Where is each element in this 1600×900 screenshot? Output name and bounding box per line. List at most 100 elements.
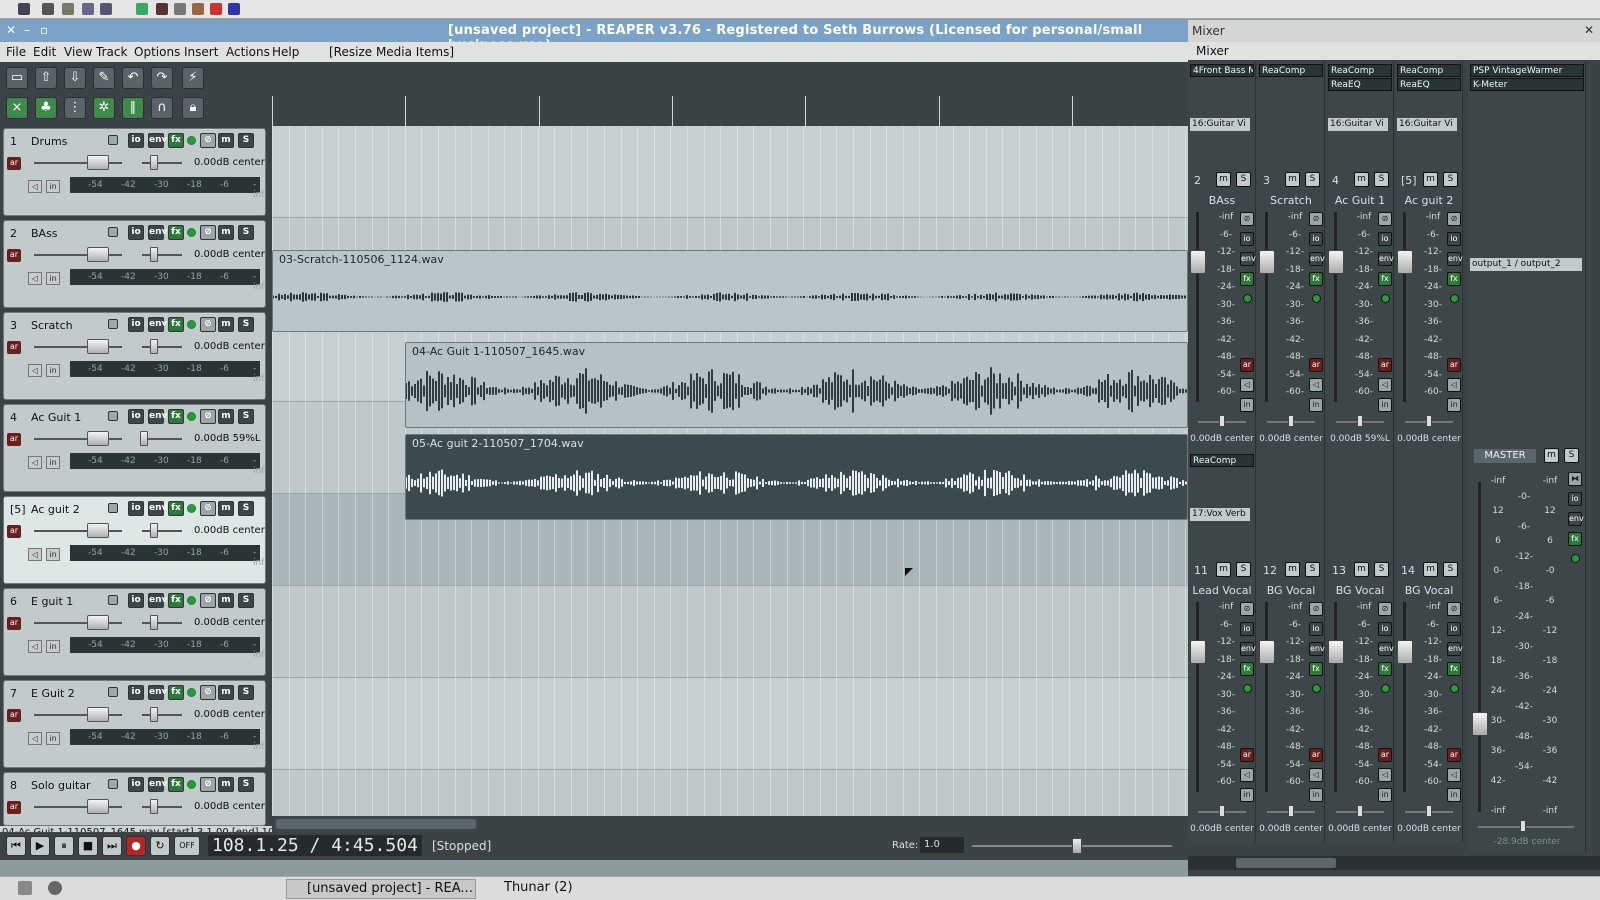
track-name[interactable]: E Guit 2: [31, 687, 111, 700]
track-name[interactable]: E guit 1: [31, 595, 111, 608]
phase-icon[interactable]: ⊘: [1447, 602, 1461, 616]
volume-knob[interactable]: [87, 339, 109, 354]
pan-knob[interactable]: [1288, 415, 1294, 427]
solo-button[interactable]: S: [1374, 172, 1389, 187]
record-monitor-icon[interactable]: ◁: [28, 640, 42, 653]
locking-icon[interactable]: ∥: [122, 97, 144, 119]
menu-track[interactable]: Track: [96, 45, 127, 59]
menu-options[interactable]: Options: [134, 45, 180, 59]
fx-button[interactable]: fx: [1447, 662, 1461, 676]
master-fader-track[interactable]: [1478, 482, 1481, 812]
taskbar-reaper[interactable]: [unsaved project] - REA...: [286, 879, 476, 899]
snap-icon[interactable]: ✲: [93, 97, 115, 119]
mixer-strip[interactable]: ReaComp 17:Vox Verb 11 m S Lead Vocal -inf…: [1188, 452, 1256, 842]
pan-slider[interactable]: [142, 622, 182, 624]
io-button[interactable]: io: [1240, 622, 1254, 636]
metronome-icon[interactable]: ⚡: [182, 67, 204, 89]
track-lane[interactable]: [272, 126, 1188, 218]
io-button[interactable]: io: [128, 777, 144, 792]
pan-slider[interactable]: [142, 714, 182, 716]
mixer-scrollbar-thumb[interactable]: [1236, 858, 1336, 868]
volume-knob[interactable]: [87, 799, 109, 814]
mixer-close-icon[interactable]: ✕: [1584, 23, 1594, 37]
phase-icon[interactable]: ⊘: [1309, 212, 1323, 226]
menu-actions[interactable]: Actions: [226, 45, 270, 59]
record-monitor-icon[interactable]: ◁: [1378, 378, 1392, 392]
mute-button[interactable]: m: [1423, 562, 1438, 577]
record-monitor-icon[interactable]: ◁: [28, 456, 42, 469]
record-monitor-icon[interactable]: ◁: [1378, 768, 1392, 782]
record-monitor-icon[interactable]: ◁: [28, 364, 42, 377]
master-io-button[interactable]: io: [1568, 492, 1582, 506]
mixer-strip[interactable]: 14 m S BG Vocal -inf -6- -12- -18- -24- -30- -…: [1395, 452, 1463, 842]
volume-fader[interactable]: [1328, 640, 1344, 664]
pan-knob[interactable]: [1219, 805, 1225, 817]
master-pan-slider[interactable]: [1478, 826, 1574, 828]
pan-slider[interactable]: [142, 530, 182, 532]
metronome-off-button[interactable]: OFF: [174, 836, 200, 856]
env-button[interactable]: env: [1447, 642, 1463, 656]
input-button[interactable]: in: [1447, 398, 1461, 412]
record-arm-button[interactable]: ar: [7, 157, 21, 170]
go-to-end-button[interactable]: ⏭: [102, 836, 122, 856]
record-arm-button[interactable]: ar: [7, 709, 21, 722]
menu-view[interactable]: View: [64, 45, 92, 59]
pan-slider[interactable]: [142, 254, 182, 256]
record-arm-button[interactable]: ar: [1240, 358, 1254, 372]
pan-slider[interactable]: [142, 806, 182, 808]
io-button[interactable]: io: [1240, 232, 1254, 246]
master-fx-button[interactable]: fx: [1568, 532, 1582, 546]
solo-button[interactable]: S: [1305, 172, 1320, 187]
phase-icon[interactable]: ⊘: [200, 409, 216, 424]
track-name[interactable]: Ac guit 2: [31, 503, 111, 516]
track-name[interactable]: Drums: [31, 135, 111, 148]
solo-button[interactable]: S: [1236, 172, 1251, 187]
media-item[interactable]: 05-Ac guit 2-110507_1704.wav: [405, 434, 1188, 520]
record-arm-button[interactable]: ar: [7, 801, 21, 814]
fx-slot[interactable]: ReaEQ: [1397, 78, 1461, 91]
mute-button[interactable]: m: [1285, 562, 1300, 577]
horizontal-scrollbar[interactable]: [272, 816, 1188, 832]
volume-fader[interactable]: [1190, 640, 1206, 664]
menu-file[interactable]: File: [6, 45, 26, 59]
lock-icon[interactable]: 🔒︎: [182, 97, 204, 119]
undo-icon[interactable]: ↶: [122, 67, 144, 89]
envelope-lock-icon[interactable]: ∩: [151, 97, 173, 119]
mixer-strip[interactable]: ReaComp 3 m S Scratch -inf -6- -12- -18- -24-…: [1257, 62, 1325, 452]
solo-button[interactable]: S: [238, 777, 254, 792]
media-item[interactable]: 04-Ac Guit 1-110507_1645.wav: [405, 342, 1188, 428]
record-monitor-icon[interactable]: ◁: [1309, 768, 1323, 782]
panel-app-icon[interactable]: [18, 3, 30, 15]
mute-button[interactable]: m: [218, 225, 234, 240]
strip-name[interactable]: BG Vocal: [1257, 584, 1325, 597]
menu-insert[interactable]: Insert: [184, 45, 218, 59]
master-io-icon[interactable]: ⧓: [1568, 472, 1582, 486]
solo-button[interactable]: S: [238, 317, 254, 332]
strip-name[interactable]: BAss: [1188, 194, 1256, 207]
mute-button[interactable]: m: [1216, 562, 1231, 577]
pan-knob[interactable]: [150, 799, 158, 814]
pan-knob[interactable]: [150, 707, 158, 722]
fx-button[interactable]: fx: [1240, 272, 1254, 286]
env-button[interactable]: env: [1309, 252, 1325, 266]
fx-button[interactable]: fx: [168, 133, 184, 148]
volume-fader[interactable]: [1190, 250, 1206, 274]
auto-crossfade-icon[interactable]: ⨯: [6, 97, 28, 119]
pan-knob[interactable]: [1219, 415, 1225, 427]
mixer-menu[interactable]: Mixer: [1196, 44, 1229, 58]
fx-button[interactable]: fx: [168, 777, 184, 792]
master-mute-button[interactable]: m: [1544, 448, 1559, 463]
panel-headphones-icon[interactable]: [228, 3, 240, 15]
fx-slot[interactable]: ReaComp: [1328, 64, 1392, 77]
fx-button[interactable]: fx: [1378, 662, 1392, 676]
fx-button[interactable]: fx: [1309, 662, 1323, 676]
fx-button[interactable]: fx: [1309, 272, 1323, 286]
volume-fader[interactable]: [1397, 640, 1413, 664]
pan-knob[interactable]: [140, 431, 148, 446]
mixer-strip[interactable]: ReaComp ReaEQ 16:Guitar Vi [5] m S Ac guit …: [1395, 62, 1463, 452]
io-button[interactable]: io: [1447, 622, 1461, 636]
pan-slider[interactable]: [142, 438, 182, 440]
solo-button[interactable]: S: [238, 409, 254, 424]
env-button[interactable]: env: [148, 133, 167, 148]
phase-icon[interactable]: ⊘: [200, 777, 216, 792]
